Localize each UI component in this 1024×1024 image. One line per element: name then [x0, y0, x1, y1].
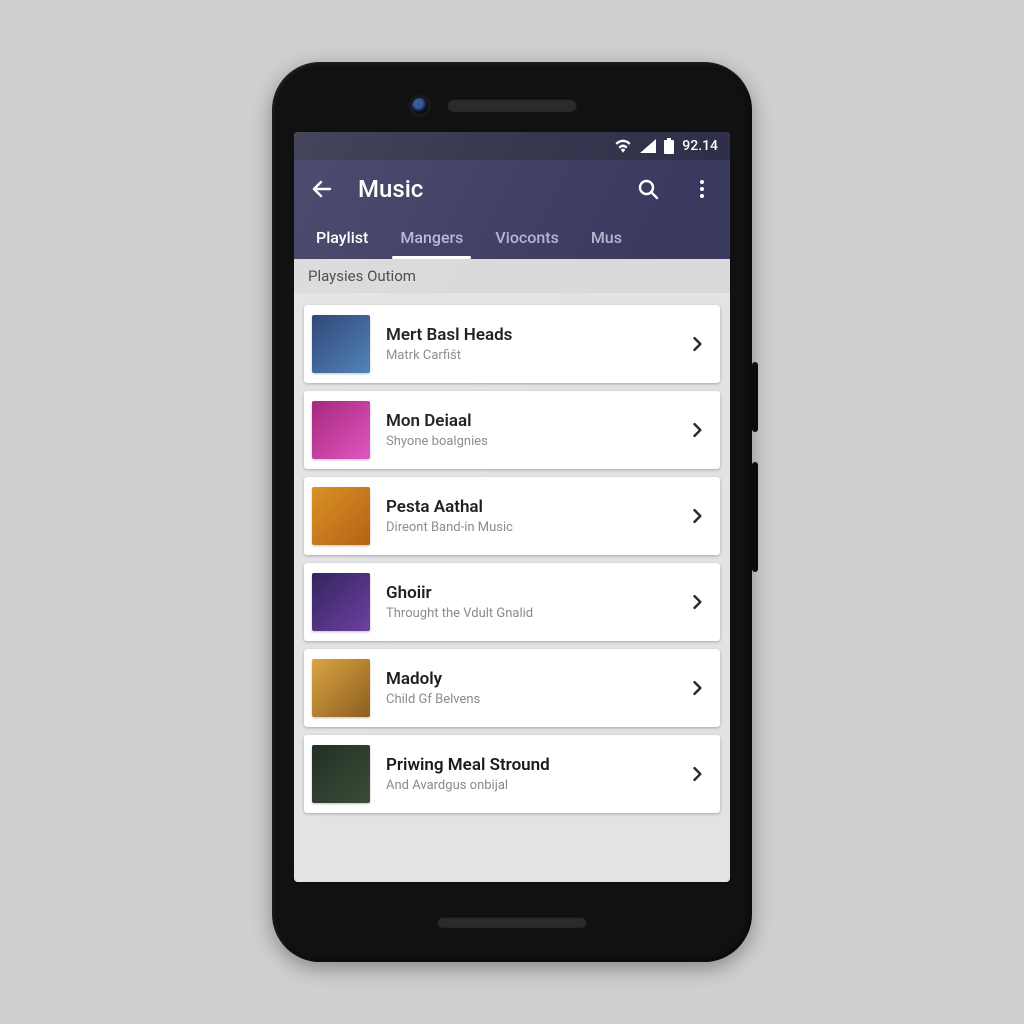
phone-side-button [752, 462, 758, 572]
tab-label: Mangers [400, 228, 463, 247]
search-icon [636, 177, 660, 201]
list-item-text: Madoly Child Gf Belvens [370, 669, 684, 707]
overflow-menu-button[interactable] [684, 171, 720, 207]
list-item-text: Priwing Meal Stround And Avardgus onbija… [370, 755, 684, 793]
list-item[interactable]: Pesta Aathal Direont Band-in Music [304, 477, 720, 555]
list-item-text: Pesta Aathal Direont Band-in Music [370, 497, 684, 535]
wifi-icon [614, 139, 632, 153]
album-art [312, 659, 370, 717]
list-item[interactable]: Mon Deiaal Shyone boalgnies [304, 391, 720, 469]
phone-frame: 92.14 Music Playlist [272, 62, 752, 962]
chevron-right-icon [684, 592, 710, 612]
list-item-title: Priwing Meal Stround [386, 755, 684, 775]
list-item-text: Mon Deiaal Shyone boalgnies [370, 411, 684, 449]
search-button[interactable] [630, 171, 666, 207]
phone-bottom-speaker [437, 916, 587, 928]
list-item-subtitle: Throught the Vdult Gnalid [386, 606, 684, 621]
album-art [312, 745, 370, 803]
back-button[interactable] [304, 171, 340, 207]
chevron-right-icon [684, 420, 710, 440]
list-item-text: Ghoiir Throught the Vdult Gnalid [370, 583, 684, 621]
list-item-title: Mon Deiaal [386, 411, 684, 431]
list-item-title: Madoly [386, 669, 684, 689]
list-item-title: Ghoiir [386, 583, 684, 603]
tab-mus[interactable]: Mus [575, 218, 638, 259]
phone-camera [412, 98, 428, 114]
more-vert-icon [690, 177, 714, 201]
section-header: Playsies Outiom [294, 259, 730, 293]
tab-playlist[interactable]: Playlist [300, 218, 384, 259]
screen: 92.14 Music Playlist [294, 132, 730, 882]
list-item[interactable]: Ghoiir Throught the Vdult Gnalid [304, 563, 720, 641]
list-item-title: Pesta Aathal [386, 497, 684, 517]
status-bar: 92.14 [294, 132, 730, 160]
list-item-subtitle: Child Gf Belvens [386, 692, 684, 707]
cell-signal-icon [640, 139, 656, 153]
tab-mangers[interactable]: Mangers [384, 218, 479, 259]
app-title: Music [358, 175, 612, 203]
back-arrow-icon [310, 177, 334, 201]
list-item[interactable]: Madoly Child Gf Belvens [304, 649, 720, 727]
list-item[interactable]: Priwing Meal Stround And Avardgus onbija… [304, 735, 720, 813]
phone-earpiece [447, 98, 577, 112]
album-art [312, 401, 370, 459]
chevron-right-icon [684, 334, 710, 354]
tab-label: Mus [591, 228, 622, 247]
battery-icon [664, 138, 674, 154]
status-time: 92.14 [682, 138, 718, 154]
album-art [312, 487, 370, 545]
tab-vioconts[interactable]: Vioconts [479, 218, 574, 259]
tab-bar: Playlist Mangers Vioconts Mus [294, 218, 730, 259]
list-item-title: Mert Basl Heads [386, 325, 684, 345]
list-item[interactable]: Mert Basl Heads Matrk Carfišt [304, 305, 720, 383]
list-item-subtitle: Matrk Carfišt [386, 348, 684, 363]
list-item-subtitle: Shyone boalgnies [386, 434, 684, 449]
album-art [312, 573, 370, 631]
chevron-right-icon [684, 678, 710, 698]
list-item-text: Mert Basl Heads Matrk Carfišt [370, 325, 684, 363]
app-bar: Music Playlist Mangers Vioconts [294, 160, 730, 259]
playlist-list[interactable]: Mert Basl Heads Matrk Carfišt Mon Deiaal… [294, 293, 730, 882]
phone-side-button [752, 362, 758, 432]
chevron-right-icon [684, 506, 710, 526]
album-art [312, 315, 370, 373]
tab-label: Vioconts [495, 228, 558, 247]
list-item-subtitle: Direont Band-in Music [386, 520, 684, 535]
list-item-subtitle: And Avardgus onbijal [386, 778, 684, 793]
chevron-right-icon [684, 764, 710, 784]
tab-label: Playlist [316, 228, 368, 247]
